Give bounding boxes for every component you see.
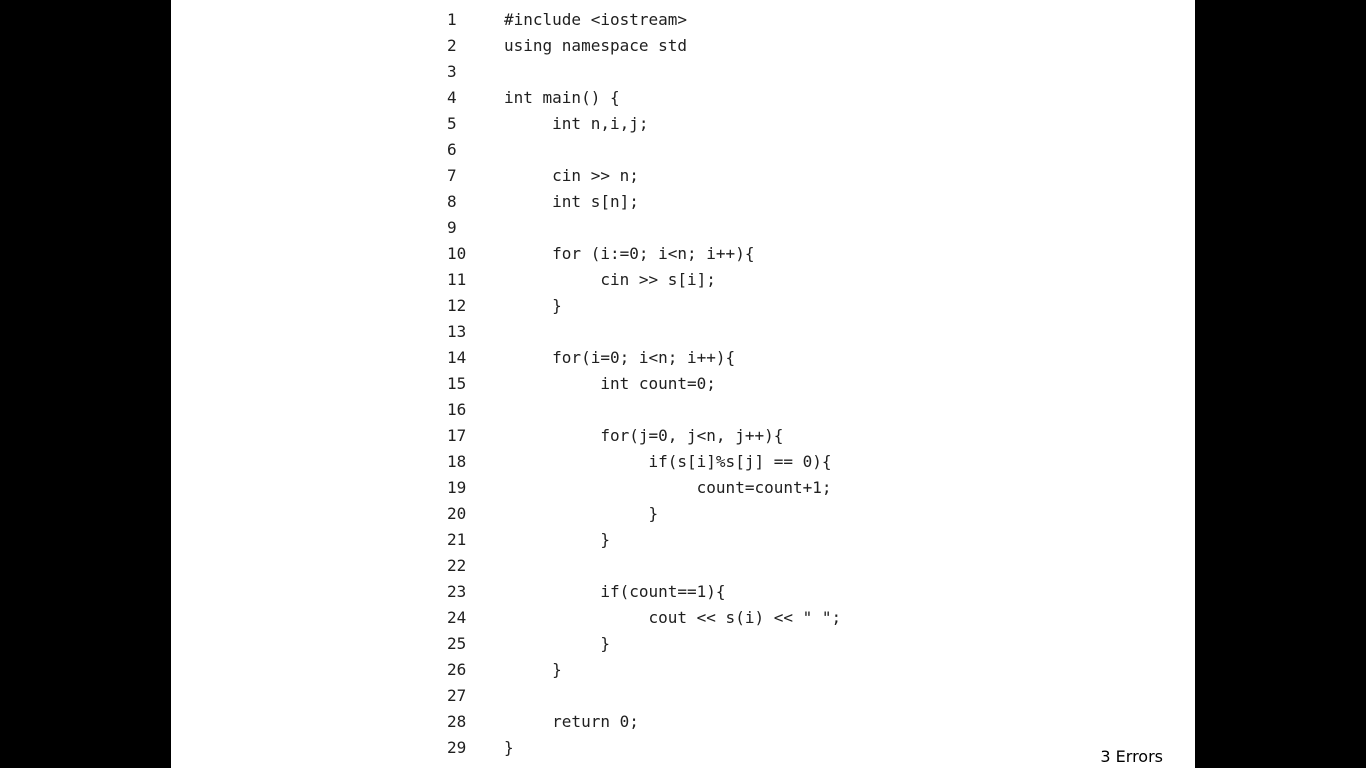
code-line: 7 cin >> n; [447,163,967,189]
code-line: 24 cout << s(i) << " "; [447,605,967,631]
code-line: 27 [447,683,967,709]
line-code: int n,i,j; [504,114,649,133]
code-listing: 1 #include <iostream> 2 using namespace std… [447,7,967,761]
line-number: 2 [447,36,457,55]
code-line: 28 return 0; [447,709,967,735]
line-code: int main() { [504,88,620,107]
line-number: 5 [447,114,457,133]
line-code: } [504,634,610,653]
line-number: 8 [447,192,457,211]
code-line: 23 if(count==1){ [447,579,967,605]
line-number: 22 [447,556,467,575]
error-count-label: 3 Errors [1100,747,1163,766]
line-number: 27 [447,686,467,705]
line-code: cin >> s[i]; [504,270,716,289]
line-number: 19 [447,478,467,497]
code-line: 6 [447,137,967,163]
code-line: 14 for(i=0; i<n; i++){ [447,345,967,371]
code-line: 8 int s[n]; [447,189,967,215]
line-number: 6 [447,140,457,159]
line-number: 29 [447,738,467,757]
code-line: 5 int n,i,j; [447,111,967,137]
line-code: } [504,296,562,315]
line-number: 17 [447,426,467,445]
code-line: 21 } [447,527,967,553]
code-line: 22 [447,553,967,579]
line-code: cin >> n; [504,166,639,185]
code-line: 13 [447,319,967,345]
code-line: 29} [447,735,967,761]
line-number: 1 [447,10,457,29]
code-line: 17 for(j=0, j<n, j++){ [447,423,967,449]
code-line: 15 int count=0; [447,371,967,397]
line-number: 3 [447,62,457,81]
code-line: 20 } [447,501,967,527]
code-line: 11 cin >> s[i]; [447,267,967,293]
line-number: 12 [447,296,467,315]
line-code: for(j=0, j<n, j++){ [504,426,784,445]
line-code: for(i=0; i<n; i++){ [504,348,736,367]
line-number: 13 [447,322,467,341]
code-slide: 1 #include <iostream> 2 using namespace std… [171,0,1195,768]
line-number: 25 [447,634,467,653]
line-number: 23 [447,582,467,601]
code-line: 3 [447,59,967,85]
line-code: if(s[i]%s[j] == 0){ [504,452,832,471]
line-code: } [504,660,562,679]
line-code: } [504,504,659,523]
line-code: using namespace std [504,36,688,55]
line-code: int s[n]; [504,192,639,211]
line-number: 16 [447,400,467,419]
code-line: 16 [447,397,967,423]
line-number: 7 [447,166,457,185]
line-number: 28 [447,712,467,731]
code-line: 12 } [447,293,967,319]
code-line: 19 count=count+1; [447,475,967,501]
code-line: 26 } [447,657,967,683]
line-number: 9 [447,218,457,237]
line-number: 18 [447,452,467,471]
code-line: 4 int main() { [447,85,967,111]
line-number: 24 [447,608,467,627]
line-number: 10 [447,244,467,263]
line-code: count=count+1; [504,478,832,497]
line-code: #include <iostream> [504,10,688,29]
code-line: 9 [447,215,967,241]
line-number: 14 [447,348,467,367]
line-number: 4 [447,88,457,107]
line-number: 20 [447,504,467,523]
code-line: 2 using namespace std [447,33,967,59]
line-code: cout << s(i) << " "; [504,608,842,627]
line-code: } [504,530,610,549]
line-code: } [504,738,514,757]
code-line: 1 #include <iostream> [447,7,967,33]
line-code: int count=0; [504,374,716,393]
code-line: 10 for (i:=0; i<n; i++){ [447,241,967,267]
line-code: if(count==1){ [504,582,726,601]
line-number: 11 [447,270,467,289]
code-line: 18 if(s[i]%s[j] == 0){ [447,449,967,475]
line-code: return 0; [504,712,639,731]
code-line: 25 } [447,631,967,657]
line-number: 26 [447,660,467,679]
line-number: 15 [447,374,467,393]
line-code: for (i:=0; i<n; i++){ [504,244,755,263]
line-number: 21 [447,530,467,549]
